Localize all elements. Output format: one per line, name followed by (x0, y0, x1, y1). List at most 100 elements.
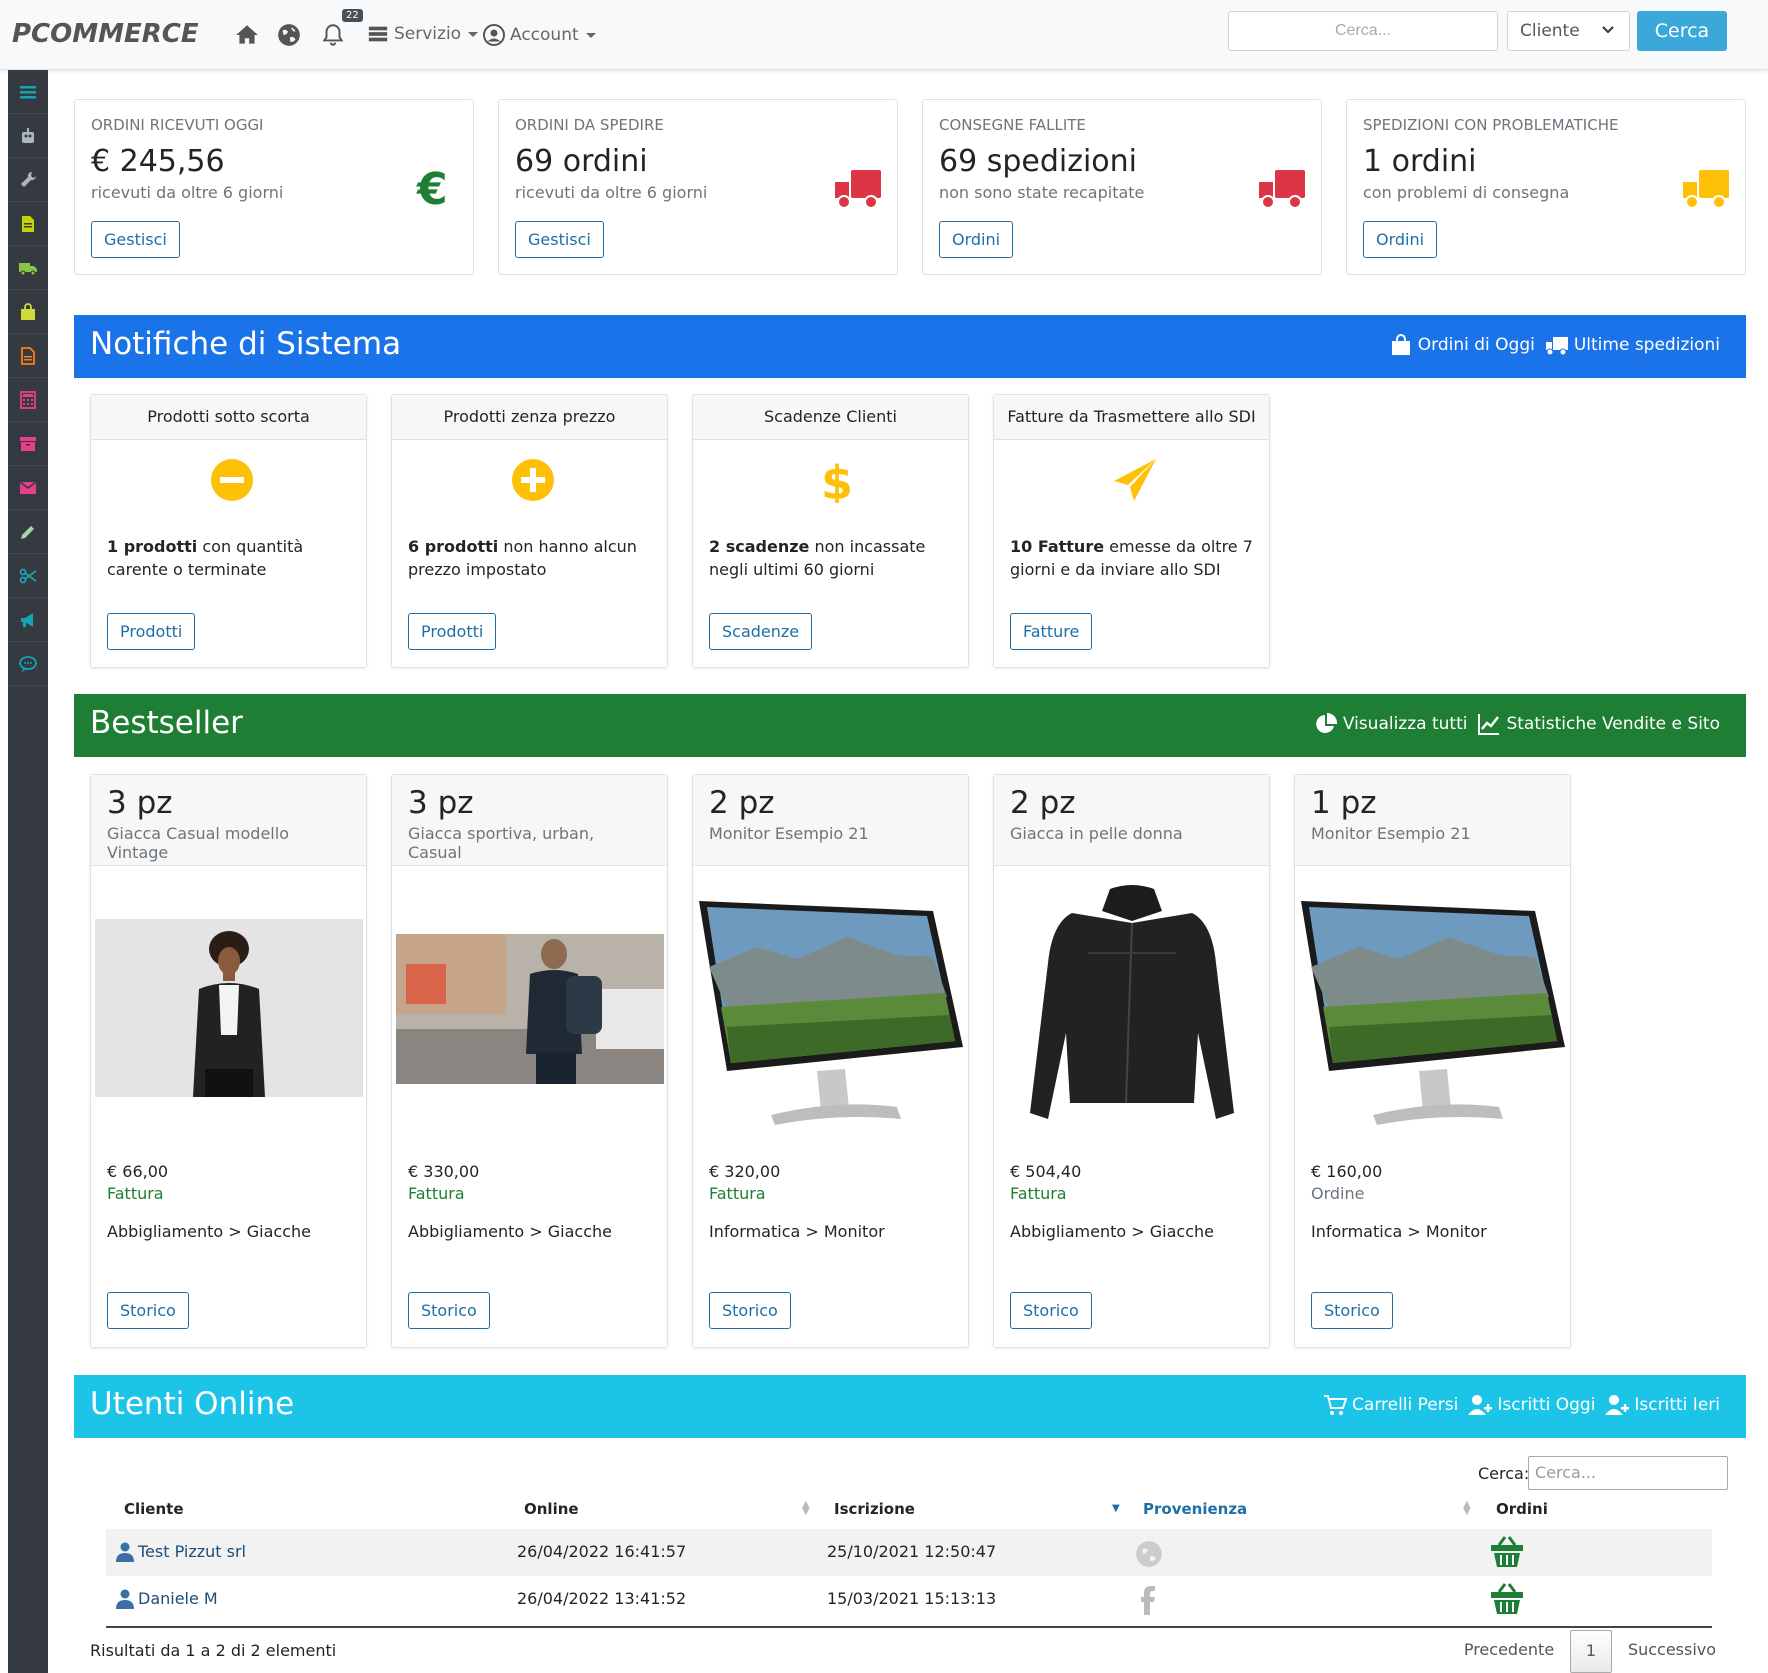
column-header-provenienza[interactable]: Provenienza (1143, 1500, 1247, 1518)
online-time: 26/04/2022 13:41:52 (517, 1589, 687, 1608)
stat-value: € 245,56 (91, 144, 225, 179)
statistiche-link[interactable]: Statistiche Vendite e Sito (1477, 712, 1720, 736)
table-row: Daniele M 26/04/2022 13:41:52 15/03/2021… (106, 1576, 1712, 1623)
storico-button[interactable]: Storico (1311, 1292, 1393, 1329)
ordini-button[interactable]: Ordini (939, 221, 1014, 258)
online-time: 26/04/2022 16:41:57 (517, 1542, 687, 1561)
basket-icon[interactable] (1489, 1582, 1525, 1616)
storico-button[interactable]: Storico (107, 1292, 189, 1329)
stat-label: CONSEGNE FALLITE (939, 116, 1086, 134)
bell-icon[interactable] (320, 22, 346, 48)
account-dropdown[interactable]: Account (482, 23, 596, 47)
product-card[interactable]: 2 pz Giacca in pelle donna € 504,40 Fattu… (993, 774, 1270, 1348)
product-doc-type: Fattura (107, 1184, 164, 1203)
product-image (699, 901, 963, 1125)
product-image (1030, 885, 1234, 1119)
link-label: Iscritti Ieri (1634, 1395, 1720, 1415)
prodotti-button[interactable]: Prodotti (408, 613, 497, 650)
pagination-next[interactable]: Successivo (1618, 1630, 1726, 1673)
product-price: € 160,00 (1311, 1162, 1383, 1181)
pagination-page-1[interactable]: 1 (1570, 1630, 1612, 1673)
product-qty: 3 pz (107, 785, 173, 821)
fatture-button[interactable]: Fatture (1010, 613, 1093, 650)
column-header-online[interactable]: Online (524, 1500, 579, 1518)
ordini-button[interactable]: Ordini (1363, 221, 1438, 258)
ordini-di-oggi-link[interactable]: Ordini di Oggi (1389, 333, 1535, 357)
product-card[interactable]: 1 pz Monitor Esempio 21 € 160,00 Ordine I… (1294, 774, 1571, 1348)
cliente-link[interactable]: Daniele M (138, 1589, 218, 1608)
product-category: Informatica > Monitor (709, 1222, 885, 1241)
gestisci-button[interactable]: Gestisci (515, 221, 604, 258)
product-category: Abbigliamento > Giacche (1010, 1222, 1214, 1241)
product-card[interactable]: 3 pz Giacca sportiva, urban, Casual € 330… (391, 774, 668, 1348)
truck-icon (1683, 170, 1729, 209)
sidebar-calculator-icon[interactable] (8, 378, 48, 422)
sort-desc-icon[interactable]: ▼ (1112, 1504, 1120, 1514)
sidebar-chat-icon[interactable] (8, 642, 48, 686)
iscritti-oggi-link[interactable]: Iscritti Oggi (1468, 1393, 1595, 1417)
table-results-info: Risultati da 1 a 2 di 2 elementi (90, 1641, 337, 1660)
table-search-input[interactable]: Cerca... (1528, 1456, 1728, 1490)
product-qty: 2 pz (1010, 785, 1076, 821)
sidebar-file-icon[interactable] (8, 334, 48, 378)
sidebar-document-icon[interactable] (8, 202, 48, 246)
user-plus-icon (1605, 1395, 1630, 1415)
storico-button[interactable]: Storico (408, 1292, 490, 1329)
globe-icon[interactable] (276, 22, 302, 48)
sidebar (8, 70, 48, 1673)
carrelli-persi-link[interactable]: Carrelli Persi (1323, 1393, 1458, 1417)
sidebar-pencil-icon[interactable] (8, 510, 48, 554)
notifica-card-senza-prezzo: Prodotti zenza prezzo 6 prodotti non han… (391, 394, 668, 668)
global-search-input[interactable]: Cerca... (1228, 11, 1498, 51)
basket-icon[interactable] (1489, 1535, 1525, 1569)
scadenze-button[interactable]: Scadenze (709, 613, 813, 650)
sidebar-menu-icon[interactable] (8, 70, 48, 114)
notifica-card-scadenze: Scadenze Clienti $ 2 scadenze non incass… (692, 394, 969, 668)
sort-icon[interactable]: ▲ ▼ (1463, 1500, 1471, 1517)
home-icon[interactable] (234, 22, 260, 48)
storico-button[interactable]: Storico (709, 1292, 791, 1329)
sidebar-truck-icon[interactable] (8, 246, 48, 290)
product-category: Abbigliamento > Giacche (408, 1222, 612, 1241)
visualizza-tutti-link[interactable]: Visualizza tutti (1314, 712, 1467, 736)
search-button[interactable]: Cerca (1637, 11, 1727, 51)
stat-value: 69 spedizioni (939, 144, 1138, 179)
sidebar-robot-icon[interactable] (8, 114, 48, 158)
iscritti-ieri-link[interactable]: Iscritti Ieri (1605, 1393, 1720, 1417)
sidebar-envelope-icon[interactable] (8, 466, 48, 510)
ultime-spedizioni-link[interactable]: Ultime spedizioni (1545, 333, 1720, 357)
brand-logo[interactable]: PCOMMERCE (12, 19, 199, 49)
section-title: Utenti Online (90, 1386, 295, 1422)
servizio-dropdown[interactable]: Servizio (366, 23, 479, 45)
sidebar-shopping-bag-icon[interactable] (8, 290, 48, 334)
cart-icon (1324, 1395, 1348, 1415)
sidebar-archive-icon[interactable] (8, 422, 48, 466)
cliente-link[interactable]: Test Pizzut srl (138, 1542, 246, 1561)
sidebar-wrench-icon[interactable] (8, 158, 48, 202)
user-circle-icon (483, 24, 505, 46)
search-type-select[interactable]: Cliente (1507, 11, 1630, 51)
product-category: Abbigliamento > Giacche (107, 1222, 311, 1241)
pagination-previous[interactable]: Precedente (1452, 1630, 1566, 1673)
column-header-ordini[interactable]: Ordini (1496, 1500, 1548, 1518)
card-count: 2 scadenze (709, 537, 810, 556)
column-header-cliente[interactable]: Cliente (124, 1500, 184, 1518)
server-icon (368, 26, 388, 42)
product-name: Giacca in pelle donna (1010, 824, 1183, 843)
stat-card-ordini-oggi: ORDINI RICEVUTI OGGI € 245,56 ricevuti d… (74, 99, 474, 275)
product-name: Giacca Casual modello Vintage (107, 824, 289, 862)
product-card[interactable]: 3 pz Giacca Casual modello Vintage € 66,0… (90, 774, 367, 1348)
chevron-down-icon (1602, 26, 1614, 34)
storico-button[interactable]: Storico (1010, 1292, 1092, 1329)
product-card[interactable]: 2 pz Monitor Esempio 21 € 320,00 Fattura … (692, 774, 969, 1348)
column-header-iscrizione[interactable]: Iscrizione (834, 1500, 915, 1518)
prodotti-button[interactable]: Prodotti (107, 613, 196, 650)
stat-value: 1 ordini (1363, 144, 1477, 179)
pie-chart-icon (1316, 712, 1337, 733)
sidebar-megaphone-icon[interactable] (8, 598, 48, 642)
sort-icon[interactable]: ▲ ▼ (802, 1500, 810, 1517)
card-header: Scadenze Clienti (693, 395, 968, 440)
sidebar-scissors-icon[interactable] (8, 554, 48, 598)
product-doc-type: Ordine (1311, 1184, 1365, 1203)
gestisci-button[interactable]: Gestisci (91, 221, 180, 258)
